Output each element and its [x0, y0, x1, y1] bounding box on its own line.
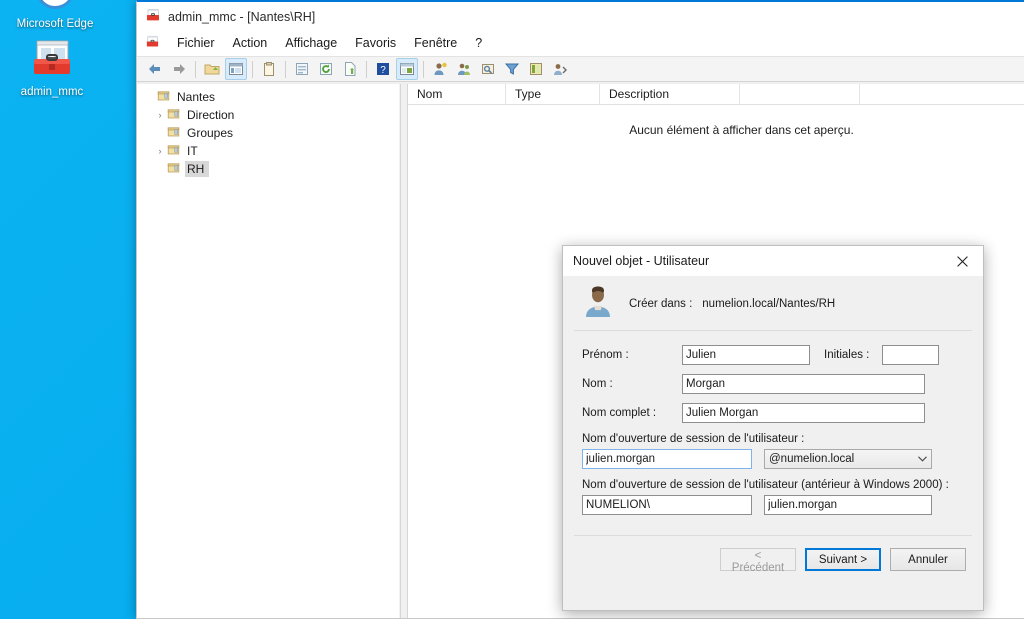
- desktop-icon-microsoft-edge[interactable]: Microsoft Edge: [0, 0, 110, 31]
- new-group-icon[interactable]: [453, 58, 475, 80]
- delegation-icon[interactable]: [549, 58, 571, 80]
- export-icon[interactable]: [339, 58, 361, 80]
- mmc-toolbox-icon: [145, 7, 161, 26]
- folder-icon: [167, 125, 180, 141]
- console-tree-icon[interactable]: [396, 58, 418, 80]
- tree-item-label: Groupes: [187, 126, 234, 140]
- field-row-pre2000: [582, 495, 964, 515]
- desktop-icon-admin-mmc[interactable]: admin_mmc: [0, 34, 107, 99]
- initiales-label: Initiales :: [824, 349, 870, 361]
- cancel-button[interactable]: Annuler: [890, 548, 966, 571]
- column-header-nom[interactable]: Nom: [408, 84, 506, 104]
- folder-icon: [167, 143, 180, 159]
- new-user-icon[interactable]: [429, 58, 451, 80]
- list-column-header: Nom Type Description: [408, 84, 1024, 105]
- column-header-type[interactable]: Type: [506, 84, 600, 104]
- mmc-title-bar[interactable]: admin_mmc - [Nantes\RH]: [137, 2, 1024, 31]
- initiales-input[interactable]: [882, 345, 939, 365]
- mmc-window-title: admin_mmc - [Nantes\RH]: [168, 9, 316, 24]
- back-button[interactable]: < Précédent: [720, 548, 796, 574]
- nom-input[interactable]: [682, 374, 925, 394]
- domain-suffix-value: @numelion.local: [769, 453, 855, 465]
- tree-item-label: Nantes: [177, 90, 216, 104]
- new-user-dialog: Nouvel objet - Utilisateur Créer dans : …: [562, 245, 984, 611]
- field-row-nom: Nom :: [582, 374, 964, 394]
- toolbar-separator: [195, 60, 196, 78]
- tree-item-label: Direction: [187, 108, 235, 122]
- refresh-icon[interactable]: [315, 58, 337, 80]
- console-tree-pane[interactable]: Nantes › Direction Groupes › IT RH: [137, 84, 400, 618]
- column-icon[interactable]: [525, 58, 547, 80]
- tree-item-nantes[interactable]: Nantes: [137, 88, 399, 106]
- folder-icon: [167, 161, 180, 177]
- pre2000-label: Nom d'ouverture de session de l'utilisat…: [582, 479, 949, 491]
- mmc-toolbar: ?: [137, 56, 1024, 82]
- chevron-right-icon[interactable]: ›: [153, 110, 167, 120]
- desktop-icon-label: Microsoft Edge: [16, 18, 94, 30]
- folder-icon: [167, 107, 180, 123]
- toolbar-separator: [252, 60, 253, 78]
- tree-item-label: IT: [187, 144, 198, 158]
- tree-item-direction[interactable]: › Direction: [137, 106, 399, 124]
- dialog-title-bar[interactable]: Nouvel objet - Utilisateur: [563, 246, 983, 277]
- show-hide-tree-icon[interactable]: [225, 58, 247, 80]
- nom-complet-label: Nom complet :: [582, 407, 657, 419]
- help-icon[interactable]: ?: [372, 58, 394, 80]
- domain-suffix-dropdown[interactable]: @numelion.local: [764, 449, 932, 469]
- chevron-right-icon[interactable]: ›: [153, 146, 167, 156]
- column-header-extra[interactable]: [740, 84, 860, 104]
- menu-help[interactable]: ?: [466, 34, 491, 52]
- column-header-description[interactable]: Description: [600, 84, 740, 104]
- menu-fichier[interactable]: Fichier: [168, 34, 224, 52]
- close-icon[interactable]: [941, 247, 983, 276]
- next-button[interactable]: Suivant >: [805, 548, 881, 571]
- svg-text:?: ?: [380, 65, 386, 76]
- dialog-button-bar: < Précédent Suivant > Annuler: [563, 536, 983, 574]
- export-list-icon[interactable]: [291, 58, 313, 80]
- mmc-toolbox-icon: [0, 34, 107, 82]
- mmc-toolbox-icon: [145, 34, 160, 52]
- up-folder-icon[interactable]: [201, 58, 223, 80]
- menu-favoris[interactable]: Favoris: [346, 34, 405, 52]
- field-row-nom-complet: Nom complet :: [582, 403, 964, 423]
- prenom-input[interactable]: [682, 345, 810, 365]
- prenom-label: Prénom :: [582, 349, 629, 361]
- tree-item-it[interactable]: › IT: [137, 142, 399, 160]
- pane-splitter[interactable]: [400, 84, 408, 618]
- menu-fenetre[interactable]: Fenêtre: [405, 34, 466, 52]
- menu-action[interactable]: Action: [224, 34, 277, 52]
- dialog-title: Nouvel objet - Utilisateur: [573, 254, 710, 268]
- toolbar-separator: [285, 60, 286, 78]
- empty-list-message: Aucun élément à afficher dans cet aperçu…: [629, 123, 854, 137]
- logon-name-label: Nom d'ouverture de session de l'utilisat…: [582, 433, 805, 445]
- nom-label: Nom :: [582, 378, 613, 390]
- tree-item-rh[interactable]: RH: [137, 160, 399, 178]
- chevron-down-icon: [914, 454, 931, 464]
- toolbar-separator: [366, 60, 367, 78]
- field-row-prenom: Prénom : Initiales :: [582, 345, 964, 365]
- edge-icon: [0, 0, 110, 14]
- mmc-menu-bar: Fichier Action Affichage Favoris Fenêtre…: [137, 31, 1024, 56]
- forward-arrow-icon[interactable]: [168, 58, 190, 80]
- toolbar-separator: [423, 60, 424, 78]
- dialog-header: Créer dans : numelion.local/Nantes/RH: [563, 277, 983, 330]
- logon-name-input[interactable]: [582, 449, 752, 469]
- filter-icon[interactable]: [501, 58, 523, 80]
- tree-item-groupes[interactable]: Groupes: [137, 124, 399, 142]
- back-arrow-icon[interactable]: [144, 58, 166, 80]
- pre2000-domain-input: [582, 495, 752, 515]
- clipboard-properties-icon[interactable]: [258, 58, 280, 80]
- field-row-logon: @numelion.local: [582, 449, 964, 469]
- create-in-value: numelion.local/Nantes/RH: [702, 297, 836, 310]
- create-in-label: Créer dans :: [629, 297, 693, 310]
- desktop-icon-label: admin_mmc: [20, 86, 84, 98]
- nom-complet-input[interactable]: [682, 403, 925, 423]
- folder-icon: [157, 89, 170, 105]
- find-object-icon[interactable]: [477, 58, 499, 80]
- user-avatar-icon: [583, 286, 613, 321]
- pre2000-user-input[interactable]: [764, 495, 932, 515]
- menu-affichage[interactable]: Affichage: [276, 34, 346, 52]
- tree-item-label: RH: [185, 161, 210, 177]
- dialog-form: Prénom : Initiales : Nom : Nom complet :…: [563, 331, 983, 515]
